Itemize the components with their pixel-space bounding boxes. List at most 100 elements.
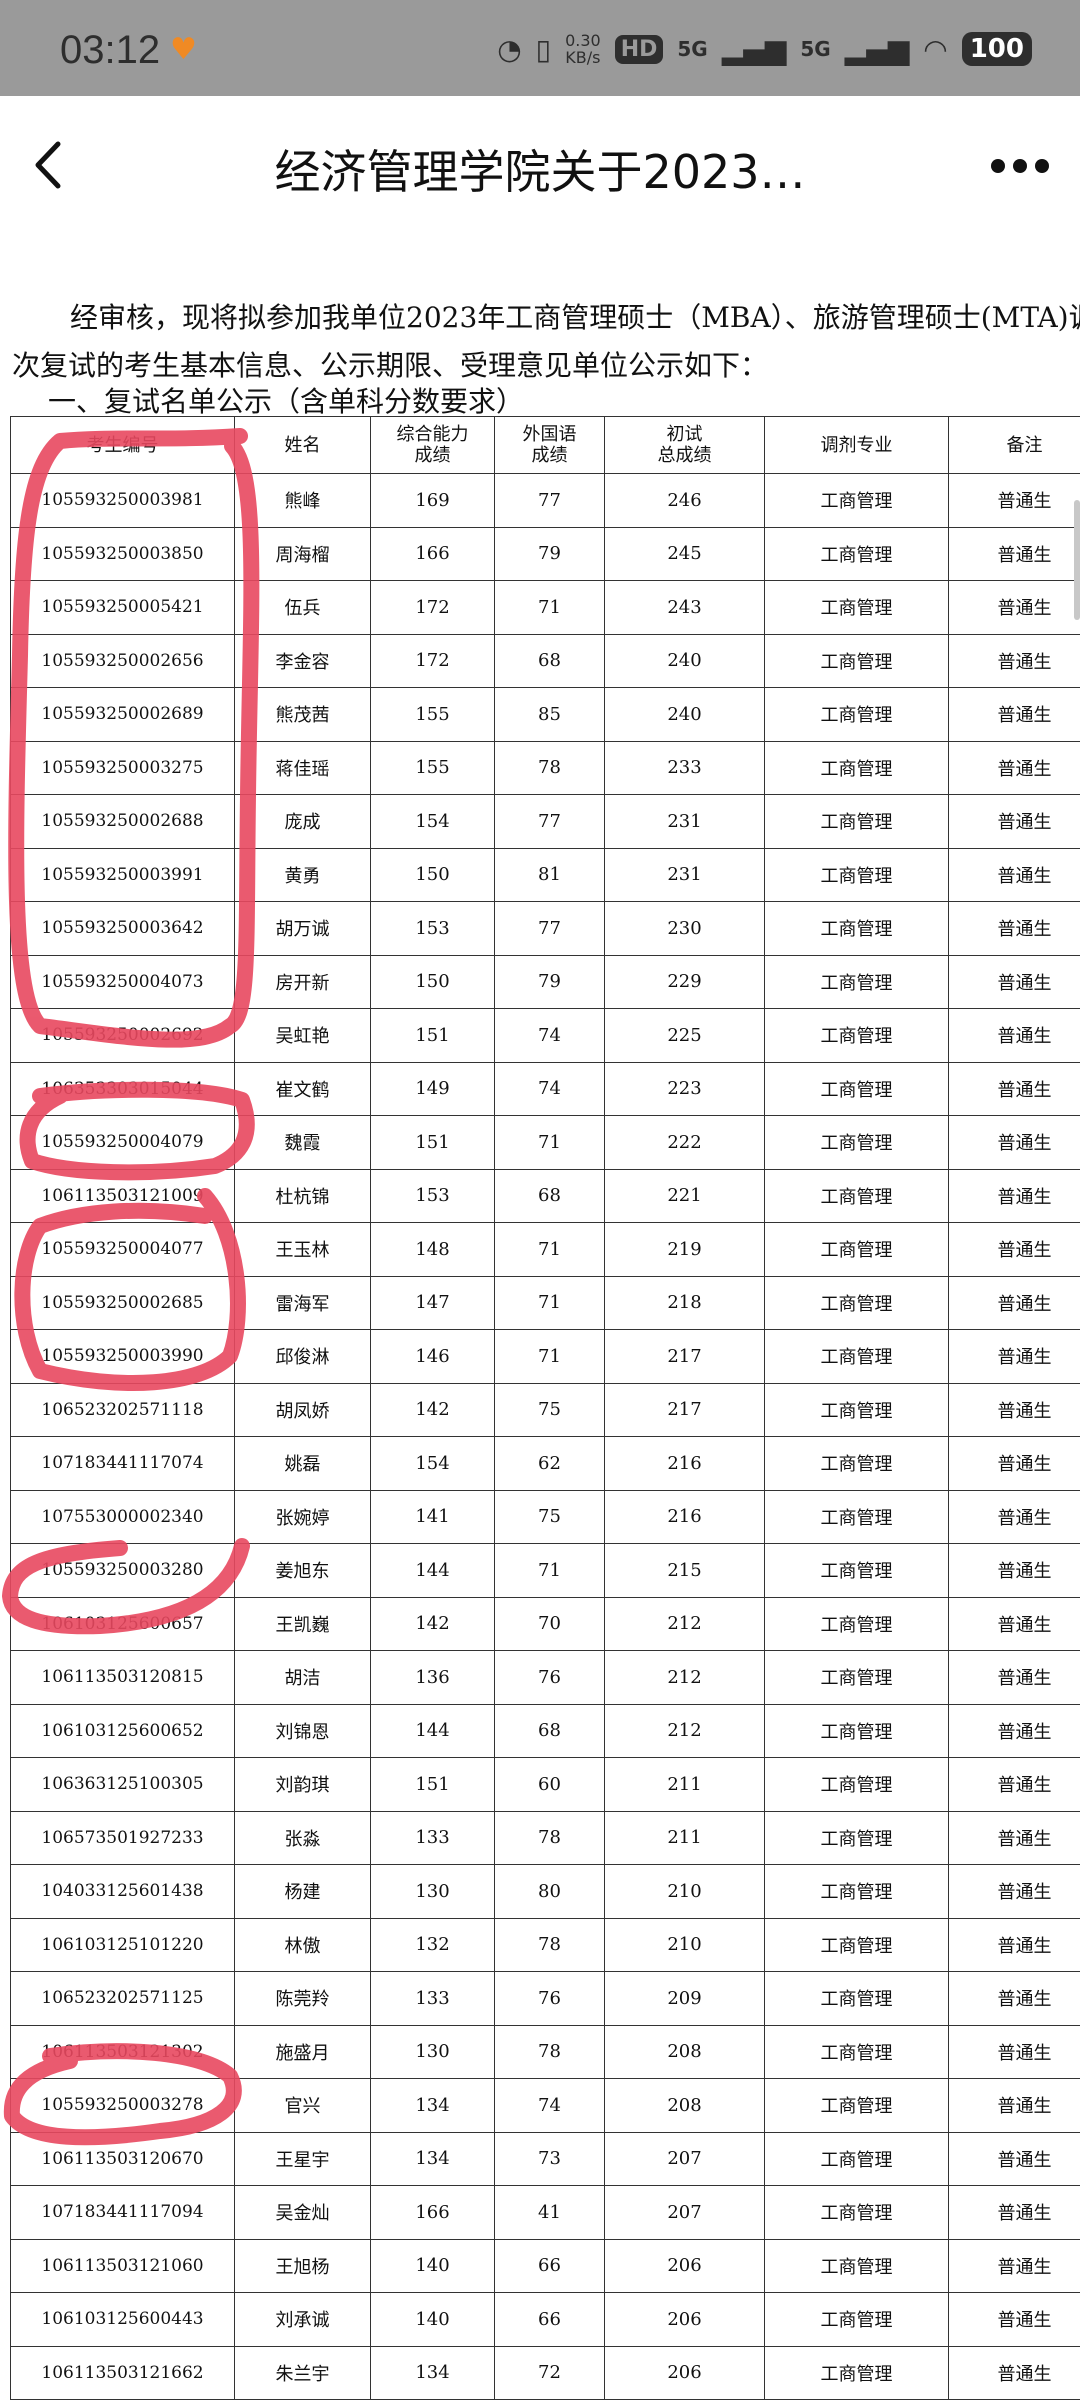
table-cell: 熊茂茜 [234,687,371,742]
table-cell: 68 [494,1168,605,1223]
speed-unit: KB/s [565,48,601,67]
table-cell: 普通生 [948,1917,1080,1972]
table-cell: 普通生 [948,740,1080,795]
table-cell: 169 [370,473,495,528]
table-cell: 79 [494,954,605,1009]
table-cell: 105593250002689 [10,687,235,742]
table-cell: 105593250003981 [10,473,235,528]
table-cell: 212 [604,1703,765,1758]
table-cell: 207 [604,2131,765,2186]
table-cell: 71 [494,580,605,635]
table-cell: 80 [494,1864,605,1919]
table-cell: 林傲 [234,1917,371,1972]
table-cell: 普通生 [948,1971,1080,2026]
table-cell: 普通生 [948,1436,1080,1491]
table-cell: 普通生 [948,473,1080,528]
table-cell: 普通生 [948,1168,1080,1223]
table-cell: 166 [370,2185,495,2240]
table-cell: 147 [370,1275,495,1330]
table-cell: 151 [370,1757,495,1812]
table-cell: 106363125100305 [10,1757,235,1812]
table-row: 106523202571118 胡凤娇 142 75 217 工商管理 普通生 [10,1382,1080,1437]
table-cell: 普通生 [948,1543,1080,1598]
table-cell: 工商管理 [764,1168,949,1223]
table-cell: 72 [494,2345,605,2400]
table-cell: 普通生 [948,633,1080,688]
table-cell: 普通生 [948,2238,1080,2293]
heart-icon: ♥ [170,32,197,67]
table-cell: 106523202571125 [10,1971,235,2026]
table-cell: 李金容 [234,633,371,688]
table-cell: 普通生 [948,1864,1080,1919]
document-body[interactable]: 经审核，现将拟参加我单位2023年工商管理硕士（MBA）、旅游管理硕士(MTA)… [0,236,1080,2400]
table-row: 106103125600652 刘锦恩 144 68 212 工商管理 普通生 [10,1703,1080,1758]
table-cell: 71 [494,1275,605,1330]
table-cell: 106103125600652 [10,1703,235,1758]
table-cell: 212 [604,1596,765,1651]
table-cell: 246 [604,473,765,528]
back-button[interactable] [18,130,88,200]
table-cell: 工商管理 [764,1382,949,1437]
table-cell: 245 [604,526,765,581]
table-cell: 212 [604,1650,765,1705]
table-cell: 105593250002656 [10,633,235,688]
table-cell: 工商管理 [764,2078,949,2133]
table-cell: 78 [494,1810,605,1865]
table-cell: 172 [370,633,495,688]
intro-paragraph-line2: 次复试的考生基本信息、公示期限、受理意见单位公示如下： [12,349,769,382]
table-cell: 张婉婷 [234,1489,371,1544]
table-row: 107183441117094 吴金灿 166 41 207 工商管理 普通生 [10,2185,1080,2240]
table-cell: 106113503121302 [10,2024,235,2079]
table-cell: 107183441117094 [10,2185,235,2240]
table-cell: 普通生 [948,2345,1080,2400]
table-row: 105593250004079 魏霞 151 71 222 工商管理 普通生 [10,1115,1080,1170]
table-cell: 普通生 [948,1703,1080,1758]
table-cell: 106113503121662 [10,2345,235,2400]
table-cell: 140 [370,2238,495,2293]
table-cell: 221 [604,1168,765,1223]
more-options-button[interactable] [980,146,1060,186]
table-cell: 71 [494,1115,605,1170]
section-heading: 一、复试名单公示（含单科分数要求） [48,385,525,418]
table-cell: 77 [494,794,605,849]
table-cell: 144 [370,1543,495,1598]
table-cell: 142 [370,1382,495,1437]
table-cell: 雷海军 [234,1275,371,1330]
table-cell: 210 [604,1864,765,1919]
table-cell: 工商管理 [764,1864,949,1919]
table-row: 106113503120815 胡洁 136 76 212 工商管理 普通生 [10,1650,1080,1705]
table-cell: 148 [370,1222,495,1277]
table-cell: 105593250003278 [10,2078,235,2133]
table-cell: 106523202571118 [10,1382,235,1437]
table-cell: 房开新 [234,954,371,1009]
table-cell: 工商管理 [764,2345,949,2400]
table-cell: 施盛月 [234,2024,371,2079]
dot-icon [1035,159,1049,173]
table-cell: 107183441117074 [10,1436,235,1491]
table-cell: 206 [604,2345,765,2400]
table-row: 105593250003642 胡万诚 153 77 230 工商管理 普通生 [10,901,1080,956]
table-cell: 150 [370,954,495,1009]
table-cell: 142 [370,1596,495,1651]
scrollbar-thumb[interactable] [1074,500,1080,620]
table-cell: 218 [604,1275,765,1330]
table-cell: 134 [370,2078,495,2133]
table-cell: 吴金灿 [234,2185,371,2240]
table-cell: 普通生 [948,901,1080,956]
table-row: 106103125101220 林傲 132 78 210 工商管理 普通生 [10,1917,1080,1972]
table-cell: 217 [604,1382,765,1437]
table-cell: 王玉林 [234,1222,371,1277]
table-cell: 141 [370,1489,495,1544]
table-cell: 工商管理 [764,901,949,956]
table-row: 105593250003991 黄勇 150 81 231 工商管理 普通生 [10,847,1080,902]
table-cell: 81 [494,847,605,902]
intro-paragraph-line1: 经审核，现将拟参加我单位2023年工商管理硕士（MBA）、旅游管理硕士(MTA)… [70,301,1080,334]
table-cell: 普通生 [948,1489,1080,1544]
table-cell: 106113503121060 [10,2238,235,2293]
table-cell: 庞成 [234,794,371,849]
table-cell: 240 [604,687,765,742]
table-row: 105593250002692 吴虹艳 151 74 225 工商管理 普通生 [10,1008,1080,1063]
table-cell: 工商管理 [764,847,949,902]
hd-badge: HD [614,34,664,64]
table-cell: 71 [494,1543,605,1598]
